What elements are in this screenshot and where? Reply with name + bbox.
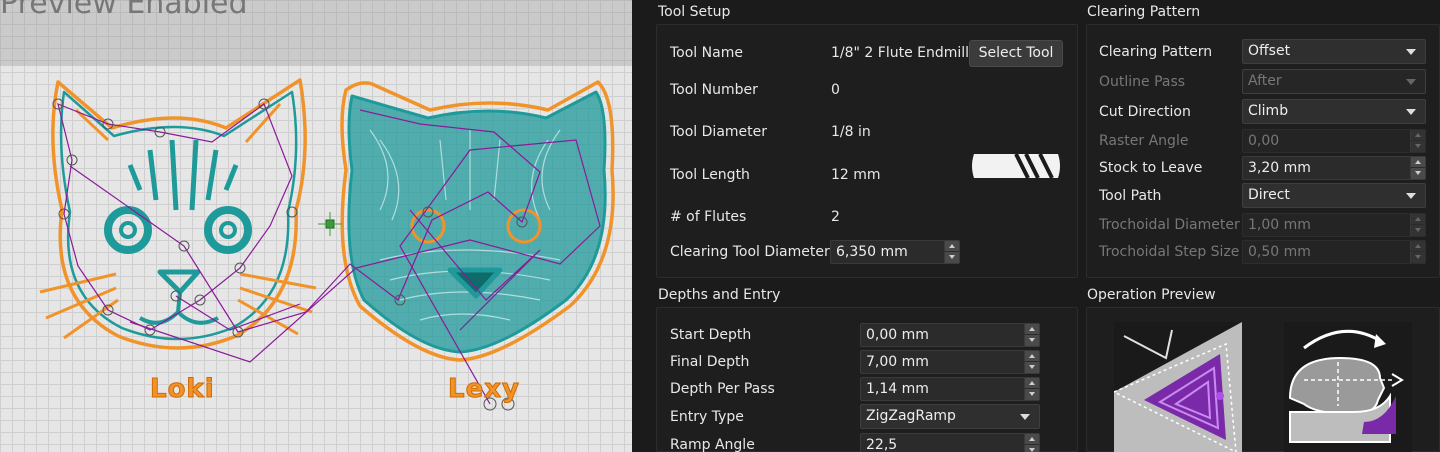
tool-number-value: 0 [831,82,840,98]
tool-path-select[interactable]: Direct [1242,183,1426,208]
chevron-down-icon [1406,49,1416,55]
outline-pass-label: Outline Pass [1099,74,1186,90]
tool-diameter-label: Tool Diameter [670,124,768,140]
troch-diameter-label: Trochoidal Diameter [1099,217,1240,233]
start-depth-label: Start Depth [670,327,752,343]
depths-title: Depths and Entry [658,287,781,303]
per-pass-label: Depth Per Pass [670,381,775,397]
start-depth-spinner[interactable] [1024,324,1039,346]
raster-angle-label: Raster Angle [1099,133,1189,149]
chevron-down-icon [1406,193,1416,199]
design-canvas[interactable]: Preview Enabled Loki Lexy [0,0,632,452]
operation-settings-panel: Tool Setup Tool Name 1/8" 2 Flute Endmil… [632,0,1440,452]
chevron-down-icon [1406,109,1416,115]
cut-direction-select[interactable]: Climb [1242,99,1426,124]
clearing-preview-thumbnail [1114,322,1242,452]
raster-angle-spinner[interactable] [1410,130,1425,152]
clearing-diameter-input[interactable]: 6,350 mm [830,240,960,264]
chevron-down-icon [1406,79,1416,85]
tool-path-label: Tool Path [1099,188,1162,204]
tool-length-value: 12 mm [831,167,881,183]
cut-direction-label: Cut Direction [1099,104,1191,120]
cat-right-label: Lexy [448,374,520,405]
clearing-pattern-title: Clearing Pattern [1087,4,1201,20]
pattern-select[interactable]: Offset [1242,39,1426,64]
per-pass-input[interactable]: 1,14 mm [860,377,1040,401]
cat-right-outline [340,80,615,362]
tool-diameter-value: 1/8 in [831,124,871,140]
troch-diameter-input[interactable]: 1,00 mm [1242,213,1426,237]
select-tool-button[interactable]: Select Tool [969,40,1063,67]
stock-spinner[interactable] [1410,157,1425,179]
final-depth-spinner[interactable] [1024,351,1039,373]
ramp-angle-label: Ramp Angle [670,437,755,452]
tool-name-label: Tool Name [670,45,743,61]
chevron-down-icon [1020,414,1030,420]
stock-label: Stock to Leave [1099,160,1203,176]
ramp-angle-spinner[interactable] [1024,434,1039,452]
tool-length-label: Tool Length [670,167,750,183]
tool-number-label: Tool Number [670,82,758,98]
tool-setup-title: Tool Setup [658,4,731,20]
pattern-label: Clearing Pattern [1099,44,1213,60]
origin-marker [318,212,342,236]
endmill-icon [972,153,1060,179]
flutes-value: 2 [831,209,840,225]
clearing-diameter-spinner[interactable] [944,241,959,263]
entry-type-label: Entry Type [670,409,744,425]
ramp-angle-input[interactable]: 22,5 [860,433,1040,452]
tool-name-value: 1/8" 2 Flute Endmill [831,45,970,61]
operation-preview-title: Operation Preview [1087,287,1216,303]
toolpath-preview [39,78,615,411]
start-depth-input[interactable]: 0,00 mm [860,323,1040,347]
outline-pass-select[interactable]: After [1242,69,1426,94]
cat-left-label: Loki [150,374,215,405]
troch-step-spinner[interactable] [1410,241,1425,263]
entry-type-select[interactable]: ZigZagRamp [860,404,1040,429]
final-depth-input[interactable]: 7,00 mm [860,350,1040,374]
final-depth-label: Final Depth [670,354,750,370]
troch-step-input[interactable]: 0,50 mm [1242,240,1426,264]
cat-left-outline [39,78,317,350]
climb-direction-thumbnail [1284,322,1412,452]
troch-step-label: Trochoidal Step Size [1099,244,1240,260]
per-pass-spinner[interactable] [1024,378,1039,400]
clearing-diameter-label: Clearing Tool Diameter [670,244,830,260]
stock-input[interactable]: 3,20 mm [1242,156,1426,180]
troch-diameter-spinner[interactable] [1410,214,1425,236]
flutes-label: # of Flutes [670,209,747,225]
raster-angle-input[interactable]: 0,00 [1242,129,1426,153]
